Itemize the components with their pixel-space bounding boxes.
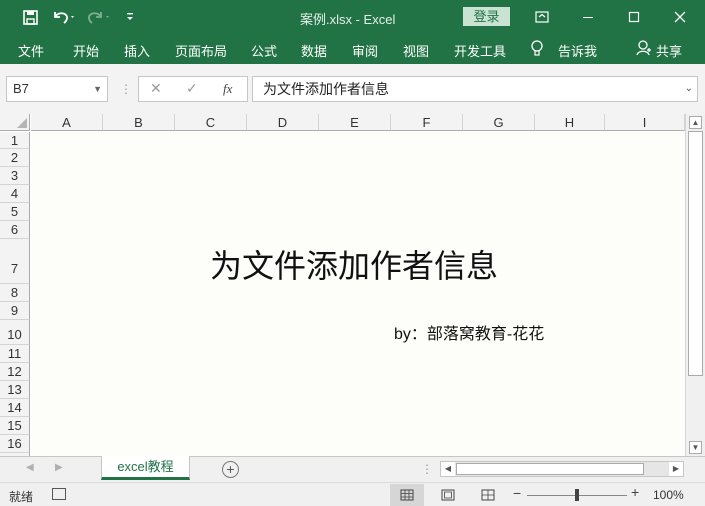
- column-header[interactable]: D: [247, 114, 319, 131]
- tab-review[interactable]: 审阅: [352, 41, 378, 60]
- title-cell-text[interactable]: 为文件添加作者信息: [210, 241, 498, 287]
- customize-qat-icon[interactable]: [122, 7, 138, 27]
- name-box-value: B7: [13, 81, 29, 96]
- row-header[interactable]: 13: [0, 381, 30, 399]
- tab-insert[interactable]: 插入: [124, 41, 150, 60]
- window-title: 案例.xlsx - Excel: [300, 12, 396, 27]
- tab-file[interactable]: 文件: [18, 41, 44, 60]
- row-header[interactable]: 4: [0, 185, 30, 203]
- vertical-scrollbar[interactable]: ▲ ▼: [685, 114, 705, 456]
- vertical-scroll-thumb[interactable]: [688, 131, 703, 376]
- prev-sheet-icon[interactable]: ◀: [26, 462, 34, 473]
- formula-bar-area: B7 ▼ ⋮ ✕ ✓ fx 为文件添加作者信息 ⌄: [0, 64, 705, 114]
- select-all-button[interactable]: [0, 114, 30, 131]
- status-mode: 就绪: [9, 490, 34, 504]
- cell-area[interactable]: [31, 132, 685, 456]
- page-break-view-icon[interactable]: [471, 484, 505, 506]
- redo-icon[interactable]: [86, 7, 114, 27]
- scroll-down-icon[interactable]: ▼: [689, 441, 702, 454]
- horizontal-scrollbar[interactable]: ◀ ▶: [440, 461, 684, 477]
- formula-buttons: ✕ ✓ fx: [138, 76, 248, 102]
- zoom-level[interactable]: 100%: [653, 488, 684, 502]
- lightbulb-icon[interactable]: [530, 39, 544, 60]
- share-user-icon[interactable]: [636, 39, 652, 60]
- worksheet-grid: A B C D E F G H I 1 2 3 4 5 6 7 8 9 10 1…: [0, 114, 705, 456]
- row-header[interactable]: 7: [0, 239, 30, 284]
- tab-formulas[interactable]: 公式: [251, 41, 277, 60]
- ribbon-tabs: 文件 开始 插入 页面布局 公式 数据 审阅 视图 开发工具 告诉我 共享: [0, 34, 705, 64]
- scroll-right-icon[interactable]: ▶: [669, 462, 683, 476]
- row-header[interactable]: 5: [0, 203, 30, 221]
- enter-icon[interactable]: ✓: [186, 80, 198, 97]
- sheet-tab-active[interactable]: excel教程: [101, 456, 190, 480]
- formula-content: 为文件添加作者信息: [263, 81, 389, 97]
- maximize-icon[interactable]: [611, 0, 657, 34]
- tell-me-label[interactable]: 告诉我: [558, 41, 597, 60]
- insert-function-icon[interactable]: fx: [223, 81, 232, 97]
- expand-formula-bar-icon[interactable]: ⌄: [685, 77, 693, 101]
- row-header[interactable]: 9: [0, 302, 30, 320]
- row-header[interactable]: 12: [0, 363, 30, 381]
- formula-input[interactable]: 为文件添加作者信息 ⌄: [252, 76, 698, 102]
- column-header[interactable]: I: [605, 114, 685, 131]
- tab-data[interactable]: 数据: [301, 41, 327, 60]
- row-header[interactable]: 1: [0, 132, 30, 149]
- next-sheet-icon[interactable]: ▶: [55, 462, 63, 473]
- row-header[interactable]: 3: [0, 167, 30, 185]
- column-header[interactable]: B: [103, 114, 175, 131]
- name-box[interactable]: B7 ▼: [6, 76, 108, 102]
- undo-icon[interactable]: [50, 7, 78, 27]
- add-sheet-icon[interactable]: +: [222, 461, 239, 478]
- cancel-icon[interactable]: ✕: [150, 80, 162, 97]
- share-button[interactable]: 共享: [656, 41, 682, 60]
- row-header[interactable]: 15: [0, 417, 30, 435]
- tab-view[interactable]: 视图: [403, 41, 429, 60]
- title-bar: 案例.xlsx - Excel 登录: [0, 0, 705, 34]
- chevron-down-icon[interactable]: ▼: [93, 77, 102, 101]
- column-header[interactable]: E: [319, 114, 391, 131]
- normal-view-icon[interactable]: [390, 484, 424, 506]
- tab-developer[interactable]: 开发工具: [454, 41, 506, 60]
- status-bar: 就绪 − + 100%: [0, 482, 705, 506]
- ribbon-display-options-icon[interactable]: [519, 0, 565, 34]
- zoom-in-icon[interactable]: +: [631, 484, 639, 500]
- row-header[interactable]: 10: [0, 320, 30, 345]
- column-header[interactable]: H: [535, 114, 605, 131]
- page-layout-view-icon[interactable]: [431, 484, 465, 506]
- save-icon[interactable]: [20, 7, 40, 27]
- row-header[interactable]: 16: [0, 435, 30, 453]
- login-button[interactable]: 登录: [463, 7, 510, 26]
- close-icon[interactable]: [657, 0, 703, 34]
- scroll-up-icon[interactable]: ▲: [689, 116, 702, 129]
- more-options-icon[interactable]: ⋮: [120, 82, 132, 96]
- row-header[interactable]: 2: [0, 149, 30, 167]
- zoom-out-icon[interactable]: −: [513, 485, 521, 501]
- zoom-slider-thumb[interactable]: [575, 489, 579, 501]
- row-header[interactable]: 14: [0, 399, 30, 417]
- tab-page-layout[interactable]: 页面布局: [175, 41, 227, 60]
- row-header[interactable]: 11: [0, 345, 30, 363]
- row-header[interactable]: 6: [0, 221, 30, 239]
- horizontal-scroll-thumb[interactable]: [456, 463, 644, 475]
- scroll-left-icon[interactable]: ◀: [441, 462, 455, 476]
- byline-cell-text[interactable]: by：部落窝教育-花花: [394, 320, 544, 344]
- column-header[interactable]: F: [391, 114, 463, 131]
- row-header[interactable]: 8: [0, 284, 30, 302]
- column-header[interactable]: C: [175, 114, 247, 131]
- select-all-triangle-icon: [17, 118, 27, 128]
- macro-record-icon[interactable]: [52, 488, 66, 500]
- column-header[interactable]: A: [31, 114, 103, 131]
- sheet-tabs-bar: ◀ ▶ excel教程 + ⋮ ◀ ▶: [0, 456, 705, 482]
- column-header[interactable]: G: [463, 114, 535, 131]
- minimize-icon[interactable]: [565, 0, 611, 34]
- excel-window: 案例.xlsx - Excel 登录 文件 开始 插入 页面布局 公式 数据 审…: [0, 0, 705, 506]
- tab-split-handle[interactable]: ⋮: [421, 462, 433, 476]
- tab-home[interactable]: 开始: [73, 41, 99, 60]
